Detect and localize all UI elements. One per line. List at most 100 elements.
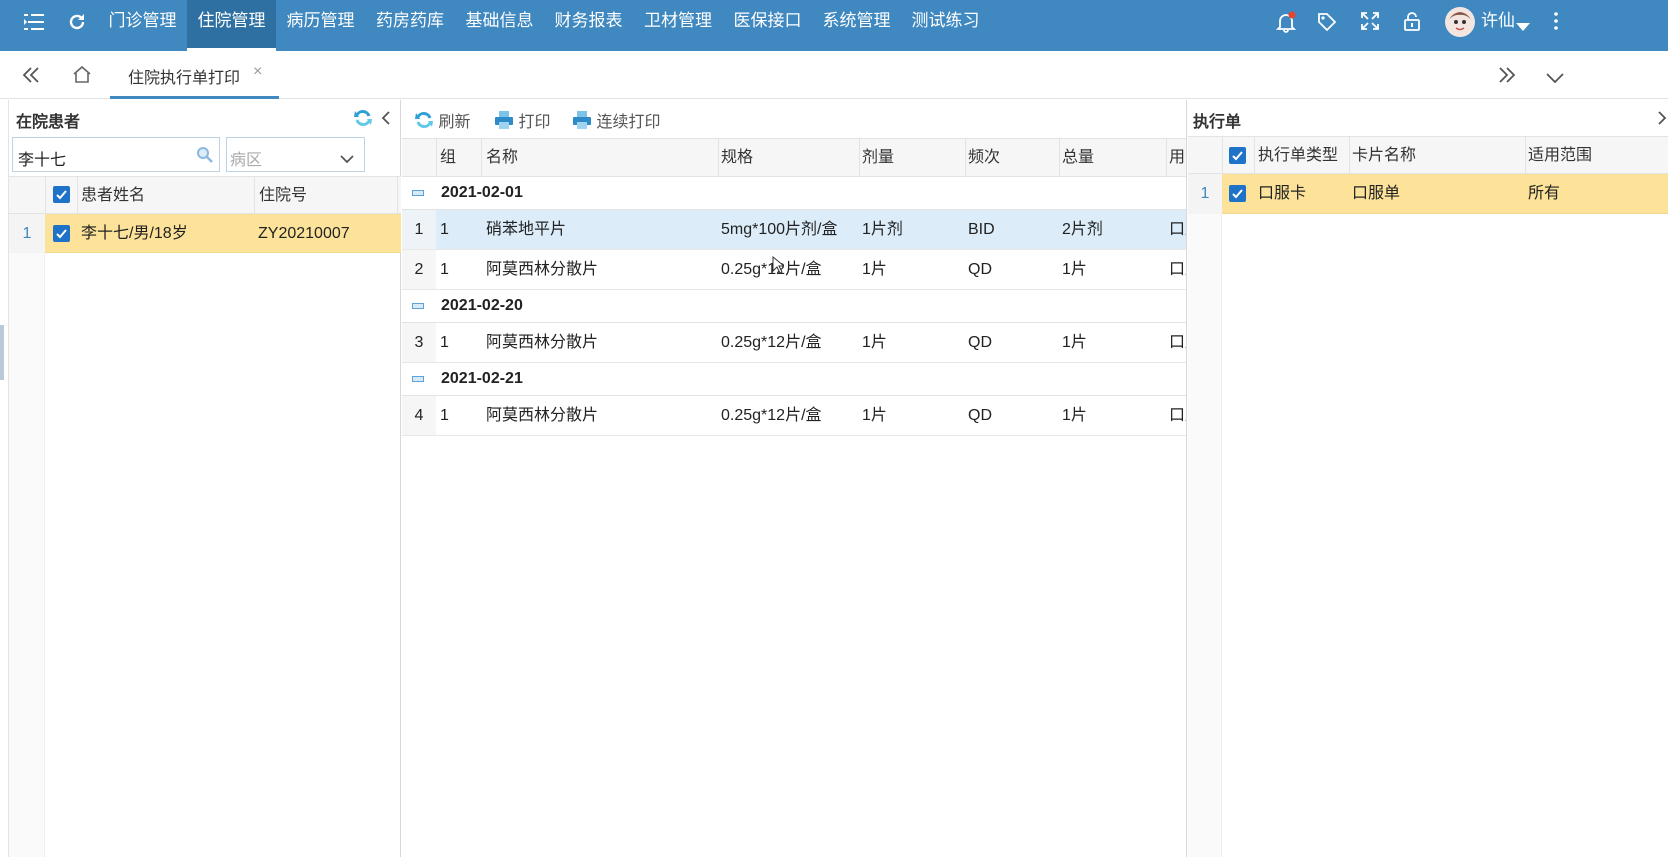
dose-cell: 1片剂 [862, 221, 903, 238]
name-cell: 阿莫西林分散片 [486, 334, 599, 351]
order-row[interactable]: 3 1 阿莫西林分散片 0.25g*12片/盒 1片 QD 1片 口服 [402, 323, 1186, 363]
group-header[interactable]: 2021-02-21 [402, 363, 1186, 396]
home-icon[interactable] [72, 65, 92, 88]
tag-icon[interactable] [1317, 12, 1337, 32]
header-dose[interactable]: 剂量 [862, 139, 894, 176]
ward-select[interactable]: 病区 [226, 137, 365, 172]
row-number: 1 [1188, 174, 1222, 214]
row-number: 1 [402, 210, 436, 249]
fullscreen-icon[interactable] [1361, 12, 1379, 30]
continuous-print-button[interactable]: 连续打印 [572, 108, 661, 131]
group-header[interactable]: 2021-02-01 [402, 177, 1186, 210]
usage-cell: 口服 [1169, 221, 1186, 238]
card-name-cell: 口服单 [1352, 185, 1401, 202]
collapse-right-icon[interactable] [1658, 111, 1667, 130]
nav-item-3[interactable]: 病历管理 [276, 0, 365, 51]
refresh-icon[interactable] [353, 108, 373, 133]
scroll-left-icon[interactable] [22, 67, 40, 88]
header-patient-name[interactable]: 患者姓名 [81, 177, 145, 214]
group-date: 2021-02-20 [441, 297, 523, 314]
nav-item-1[interactable]: 门诊管理 [98, 0, 187, 51]
group-date: 2021-02-21 [441, 370, 523, 387]
dose-cell: 1片 [862, 334, 887, 351]
nav-item-2[interactable]: 住院管理 [187, 0, 276, 51]
order-row[interactable]: 4 1 阿莫西林分散片 0.25g*12片/盒 1片 QD 1片 口服 [402, 396, 1186, 436]
header-inpatient-no[interactable]: 住院号 [259, 177, 307, 214]
frequency-cell: QD [968, 407, 992, 424]
chevron-down-icon[interactable] [1516, 18, 1530, 31]
collapse-left-icon[interactable] [381, 111, 390, 130]
total-cell: 2片剂 [1062, 221, 1103, 238]
header-spec[interactable]: 规格 [721, 139, 753, 176]
ward-select-placeholder: 病区 [230, 152, 263, 169]
nav-item-7[interactable]: 卫材管理 [633, 0, 723, 51]
bell-icon[interactable] [1275, 11, 1297, 33]
search-icon[interactable] [196, 146, 214, 169]
collapse-icon[interactable] [412, 190, 424, 196]
more-icon[interactable] [1554, 12, 1558, 30]
panel-title: 在院患者 [16, 114, 81, 131]
row-checkbox[interactable] [1229, 185, 1246, 202]
select-all-checkbox[interactable] [53, 186, 70, 203]
print-button[interactable]: 打印 [494, 108, 551, 131]
nav-item-6[interactable]: 财务报表 [544, 0, 633, 51]
refresh-icon[interactable] [67, 12, 87, 32]
print-label: 打印 [518, 114, 551, 131]
nav-item-5[interactable]: 基础信息 [455, 0, 544, 51]
tab-dropdown-icon[interactable] [1546, 70, 1564, 88]
continuous-print-label: 连续打印 [596, 114, 661, 131]
tab-close-icon[interactable]: × [253, 63, 262, 81]
scope-cell: 所有 [1528, 185, 1561, 202]
collapse-icon[interactable] [412, 303, 424, 309]
patient-row[interactable]: 1 李十七/男/18岁 ZY20210007 [9, 214, 401, 253]
inpatient-panel: 在院患者 李十七 病区 患者姓名 住院号 1 李十七/男/18岁 ZY20210… [8, 100, 401, 857]
chevron-down-icon[interactable] [340, 151, 354, 169]
header-card-name[interactable]: 卡片名称 [1352, 137, 1416, 174]
group-cell: 1 [440, 221, 449, 238]
user-name[interactable]: 许仙 [1481, 0, 1515, 51]
top-navigation-bar: 门诊管理 住院管理 病历管理 药房药库 基础信息 财务报表 卫材管理 医保接口 系统管理 测试练习… [0, 0, 1668, 51]
nav-item-8[interactable]: 医保接口 [723, 0, 812, 51]
menu-toggle-icon[interactable] [24, 13, 44, 31]
execution-sheet-row[interactable]: 1 口服卡 口服单 所有 [1188, 174, 1668, 214]
group-header[interactable]: 2021-02-20 [402, 290, 1186, 323]
spec-cell: 5mg*100片剂/盒 [721, 221, 838, 238]
tab-strip: 住院执行单打印 × [0, 51, 1668, 99]
execution-sheet-panel: 执行单 执行单类型 卡片名称 适用范围 1 口服卡 口服单 所有 [1188, 100, 1668, 857]
name-cell: 阿莫西林分散片 [486, 261, 599, 278]
lock-icon[interactable] [1403, 11, 1421, 31]
header-usage[interactable]: 用法 [1169, 139, 1186, 176]
search-input[interactable]: 李十七 [12, 137, 220, 172]
usage-cell: 口服 [1169, 407, 1186, 424]
nav-item-9[interactable]: 系统管理 [812, 0, 901, 51]
header-sheet-type[interactable]: 执行单类型 [1258, 137, 1338, 174]
header-group[interactable]: 组 [440, 139, 456, 176]
refresh-button[interactable]: 刷新 [414, 108, 470, 131]
nav-item-10[interactable]: 测试练习 [901, 0, 990, 51]
frequency-cell: BID [968, 221, 995, 238]
select-all-checkbox[interactable] [1229, 147, 1246, 164]
tab-inpatient-execution-print[interactable]: 住院执行单打印 × [110, 51, 279, 99]
name-cell: 硝苯地平片 [486, 221, 567, 238]
name-cell: 阿莫西林分散片 [486, 407, 599, 424]
total-cell: 1片 [1062, 334, 1087, 351]
nav-item-4[interactable]: 药房药库 [365, 0, 455, 51]
row-number-column [1188, 214, 1222, 857]
row-number: 1 [9, 214, 45, 253]
collapse-icon[interactable] [412, 376, 424, 382]
header-name[interactable]: 名称 [486, 139, 518, 176]
order-row[interactable]: 2 1 阿莫西林分散片 0.25g*12片/盒 1片 QD 1片 口服 [402, 250, 1186, 290]
scroll-right-icon[interactable] [1498, 67, 1516, 88]
group-date: 2021-02-01 [441, 184, 523, 201]
group-cell: 1 [440, 261, 449, 278]
row-checkbox[interactable] [53, 225, 70, 242]
order-row[interactable]: 1 1 硝苯地平片 5mg*100片剂/盒 1片剂 BID 2片剂 口服 [402, 210, 1186, 250]
avatar[interactable] [1445, 7, 1475, 37]
splitter-handle[interactable] [0, 325, 4, 380]
group-cell: 1 [440, 334, 449, 351]
header-scope[interactable]: 适用范围 [1528, 137, 1668, 174]
tab-active-indicator [110, 96, 279, 99]
header-frequency[interactable]: 频次 [968, 139, 1000, 176]
inpatient-no-cell: ZY20210007 [258, 225, 350, 242]
header-total[interactable]: 总量 [1062, 139, 1094, 176]
